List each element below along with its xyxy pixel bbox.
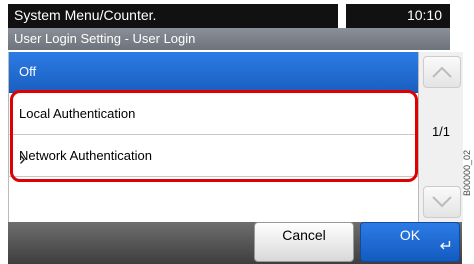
scrollbar: 1/1	[418, 52, 463, 222]
option-off-label: Off	[19, 64, 37, 79]
subtitle-bar: User Login Setting - User Login	[8, 28, 450, 50]
ok-button[interactable]: OK ↵	[360, 222, 460, 262]
title-bar-gap	[338, 4, 346, 28]
option-off[interactable]: Off	[9, 52, 419, 93]
cancel-button[interactable]: Cancel	[254, 222, 354, 262]
cancel-label: Cancel	[282, 227, 326, 243]
chevron-up-icon	[432, 66, 452, 78]
bottom-bar: Cancel OK ↵	[8, 222, 462, 264]
highlight-frame	[10, 90, 418, 182]
clock: 10:10	[406, 7, 442, 23]
page-title: System Menu/Counter.	[14, 7, 157, 23]
ok-label: OK	[399, 227, 421, 243]
side-id: B00000_02	[462, 149, 472, 196]
page-indicator: 1/1	[431, 124, 451, 139]
enter-icon: ↵	[439, 238, 453, 255]
chevron-down-icon	[432, 196, 452, 208]
subtitle: User Login Setting - User Login	[14, 31, 196, 46]
scroll-down-button[interactable]	[423, 186, 461, 218]
title-bar: System Menu/Counter. 10:10	[8, 4, 450, 28]
scroll-up-button[interactable]	[423, 56, 461, 88]
